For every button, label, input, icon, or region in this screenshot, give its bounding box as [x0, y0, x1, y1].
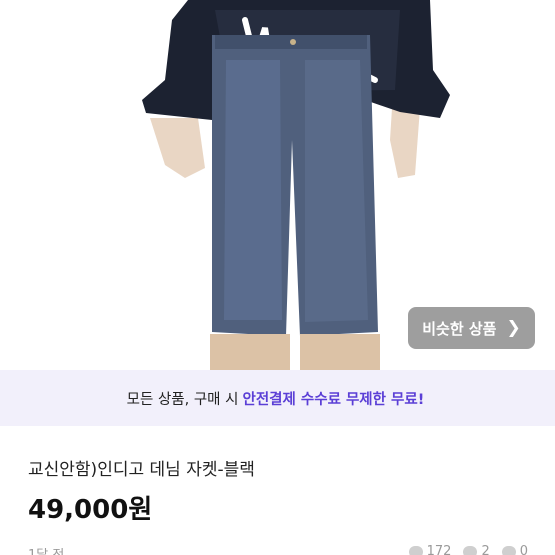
jeans-highlight-right	[305, 60, 368, 322]
views-stat: 172	[408, 544, 452, 555]
chats-count: 2	[481, 544, 490, 555]
heart-icon	[501, 545, 516, 555]
views-count: 172	[426, 544, 452, 555]
product-title: 교신안함)인디고 데님 자켓-블랙	[28, 460, 255, 480]
chats-stat: 2	[463, 544, 490, 555]
likes-count: 0	[519, 544, 528, 555]
product-price: 49,000원	[28, 495, 153, 525]
meta-row: 1달 전 172 2 0	[28, 544, 528, 555]
posted-time: 1달 전	[28, 544, 64, 555]
promo-highlight: 안전결제 수수료 무제한 무료!	[242, 391, 425, 408]
stats: 172 2 0	[408, 544, 528, 555]
left-sleeve	[150, 118, 205, 178]
chat-icon	[463, 545, 478, 555]
left-cuff	[210, 334, 290, 370]
button	[290, 39, 296, 45]
promo-banner[interactable]: 모든 상품, 구매 시 안전결제 수수료 무제한 무료!	[0, 370, 555, 426]
product-image[interactable]: 비슷한 상품 ❯	[0, 0, 555, 370]
eye-icon	[408, 545, 423, 555]
chevron-right-icon: ❯	[506, 317, 521, 338]
jeans-highlight	[224, 60, 282, 320]
similar-products-label: 비슷한 상품	[422, 319, 497, 338]
similar-products-button[interactable]: 비슷한 상품 ❯	[408, 307, 535, 349]
likes-stat: 0	[501, 544, 528, 555]
promo-prefix: 모든 상품, 구매 시	[126, 391, 239, 408]
right-cuff	[300, 334, 380, 370]
right-sleeve	[390, 108, 420, 178]
